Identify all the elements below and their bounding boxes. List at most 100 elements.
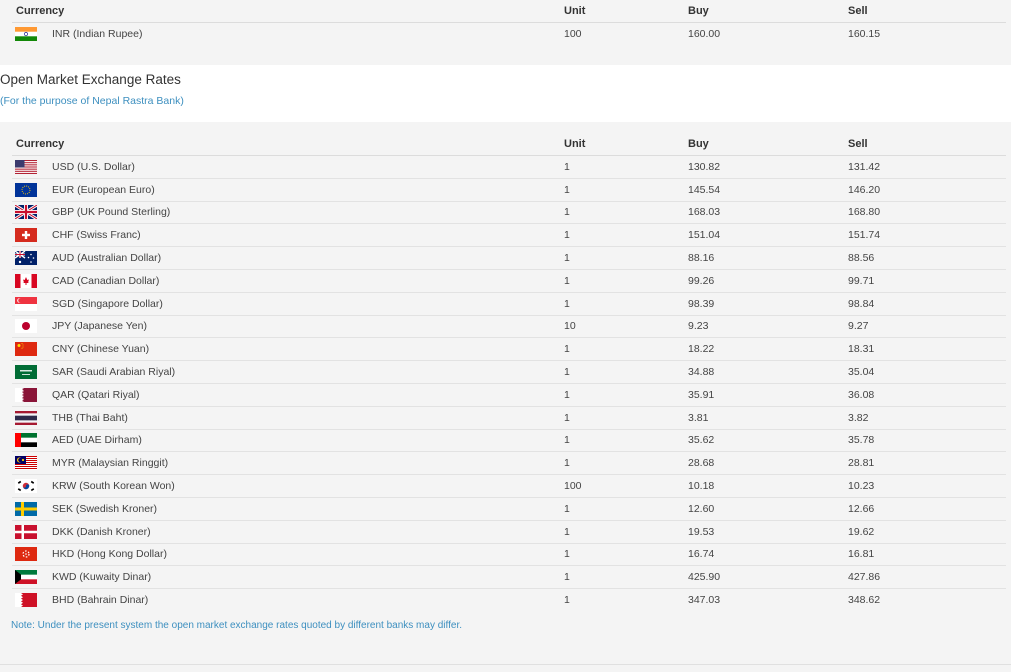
buy-rate-cell: 347.03 — [688, 594, 721, 607]
china-flag-icon — [15, 342, 37, 357]
currency-cell: INR (Indian Rupee) — [12, 23, 564, 46]
unit-cell: 1 — [564, 451, 688, 476]
sell-rate-cell: 16.81 — [848, 543, 1006, 567]
column-header-currency: Currency — [12, 133, 564, 156]
currency-name: BHD (Bahrain Dinar) — [52, 594, 149, 607]
denmark-flag-icon — [15, 524, 37, 539]
currency-name: CHF (Swiss Franc) — [52, 229, 141, 242]
table-row: CAD (Canadian Dollar) 1 99.26 99.71 — [12, 269, 1006, 293]
india-flag-icon — [15, 27, 37, 41]
currency-cell: JPY (Japanese Yen) — [12, 315, 564, 339]
currency-name: KRW (South Korean Won) — [52, 480, 175, 493]
unit-cell: 1 — [564, 360, 688, 384]
currency-cell: SEK (Swedish Kroner) — [12, 497, 564, 521]
currency-cell: EUR (European Euro) — [12, 178, 564, 202]
table-row: KRW (South Korean Won) 100 10.18 10.23 — [12, 474, 1006, 498]
table-row: JPY (Japanese Yen) 10 9.23 9.27 — [12, 315, 1006, 339]
unit-cell: 1 — [564, 565, 688, 590]
currency-cell: HKD (Hong Kong Dollar) — [12, 543, 564, 567]
table-row: AED (UAE Dirham) 1 35.62 35.78 — [12, 429, 1006, 453]
uae-flag-icon — [15, 433, 37, 448]
buy-rate-cell: 88.16 — [688, 246, 848, 270]
sell-rate-cell: 348.62 — [848, 594, 881, 607]
buy-rate-cell: 168.03 — [688, 201, 848, 225]
unit-cell: 1 — [564, 269, 688, 293]
column-header-unit: Unit — [564, 0, 688, 23]
currency-name: QAR (Qatari Riyal) — [52, 388, 140, 401]
table-row: CHF (Swiss Franc) 1 151.04 151.74 — [12, 223, 1006, 248]
unit-cell: 1 — [564, 543, 688, 567]
unit-cell: 1 — [564, 201, 688, 225]
sell-rate-cell: 36.08 — [848, 383, 1006, 407]
unit-cell: 1 — [564, 155, 688, 179]
unit-cell: 1 — [564, 178, 688, 202]
unit-cell: 1 — [564, 246, 688, 270]
currency-cell: CNY (Chinese Yuan) — [12, 337, 564, 362]
bahrain-flag-icon — [15, 593, 37, 608]
swiss-flag-icon — [15, 228, 37, 243]
open-market-rates-table: Currency Unit Buy Sell USD (U.S. Dollar)… — [12, 133, 1006, 611]
unit-cell: 1 — [564, 497, 688, 521]
thailand-flag-icon — [15, 410, 37, 425]
currency-name: CAD (Canadian Dollar) — [52, 274, 160, 287]
unit-cell: 1 — [564, 292, 688, 316]
currency-name: CNY (Chinese Yuan) — [52, 343, 150, 356]
currency-cell: QAR (Qatari Riyal) — [12, 383, 564, 407]
sell-rate-cell: 151.74 — [848, 223, 1006, 248]
uk-flag-icon — [15, 205, 37, 220]
sweden-flag-icon — [15, 501, 37, 516]
currency-name: USD (U.S. Dollar) — [52, 160, 135, 173]
currency-cell: KWD (Kuwaity Dinar) — [12, 565, 564, 590]
buy-rate-cell: 425.90 — [688, 565, 848, 590]
sell-rate-cell: 19.62 — [848, 520, 1006, 544]
table-row: BHD (Bahrain Dinar) 1 347.03 348.62 — [12, 589, 1006, 611]
sell-rate-cell: 160.15 — [848, 28, 881, 40]
table-header-row: Currency Unit Buy Sell — [12, 133, 1006, 156]
kuwait-flag-icon — [15, 570, 37, 585]
buy-rate-cell: 151.04 — [688, 223, 848, 248]
sell-rate-cell: 146.20 — [848, 178, 1006, 202]
hong-kong-flag-icon — [15, 547, 37, 562]
unit-cell: 1 — [564, 406, 688, 430]
currency-cell: THB (Thai Baht) — [12, 406, 564, 430]
currency-cell: GBP (UK Pound Sterling) — [12, 201, 564, 225]
buy-rate-cell: 9.23 — [688, 315, 848, 339]
sell-rate-cell: 98.84 — [848, 292, 1006, 316]
sell-rate-cell: 35.04 — [848, 360, 1006, 384]
table-row: AUD (Australian Dollar) 1 88.16 88.56 — [12, 246, 1006, 270]
column-header-unit: Unit — [564, 133, 688, 156]
unit-cell: 100 — [564, 474, 688, 498]
currency-name: EUR (European Euro) — [52, 183, 155, 196]
currency-cell: SGD (Singapore Dollar) — [12, 292, 564, 316]
table-row: EUR (European Euro) 1 145.54 146.20 — [12, 178, 1006, 202]
table-row: QAR (Qatari Riyal) 1 35.91 36.08 — [12, 383, 1006, 407]
sell-rate-cell: 99.71 — [848, 269, 1006, 293]
eu-flag-icon — [15, 182, 37, 197]
column-header-currency: Currency — [12, 0, 564, 23]
currency-cell: CHF (Swiss Franc) — [12, 223, 564, 248]
currency-name: INR (Indian Rupee) — [52, 28, 143, 40]
table-row: DKK (Danish Kroner) 1 19.53 19.62 — [12, 520, 1006, 544]
unit-cell: 10 — [564, 315, 688, 339]
buy-rate-cell: 10.18 — [688, 474, 848, 498]
table-row: GBP (UK Pound Sterling) 1 168.03 168.80 — [12, 201, 1006, 225]
column-header-buy: Buy — [688, 0, 848, 23]
buy-rate-cell: 160.00 — [688, 28, 721, 40]
table-row: INR (Indian Rupee) 100 160.00 160.15 — [12, 23, 1006, 46]
sell-rate-cell: 18.31 — [848, 337, 1006, 362]
sell-rate-cell: 35.78 — [848, 429, 1006, 453]
unit-cell: 1 — [564, 383, 688, 407]
buy-rate-cell: 34.88 — [688, 360, 848, 384]
currency-cell: KRW (South Korean Won) — [12, 474, 564, 498]
buy-rate-cell: 16.74 — [688, 543, 848, 567]
buy-rate-cell: 28.68 — [688, 451, 848, 476]
sell-rate-cell: 3.82 — [848, 406, 1006, 430]
buy-rate-cell: 35.91 — [688, 383, 848, 407]
currency-name: DKK (Danish Kroner) — [52, 525, 151, 538]
currency-name: THB (Thai Baht) — [52, 411, 128, 424]
unit-cell: 1 — [564, 594, 570, 607]
currency-name: HKD (Hong Kong Dollar) — [52, 548, 167, 561]
currency-cell: MYR (Malaysian Ringgit) — [12, 451, 564, 476]
buy-rate-cell: 145.54 — [688, 178, 848, 202]
currency-name: SEK (Swedish Kroner) — [52, 502, 158, 515]
